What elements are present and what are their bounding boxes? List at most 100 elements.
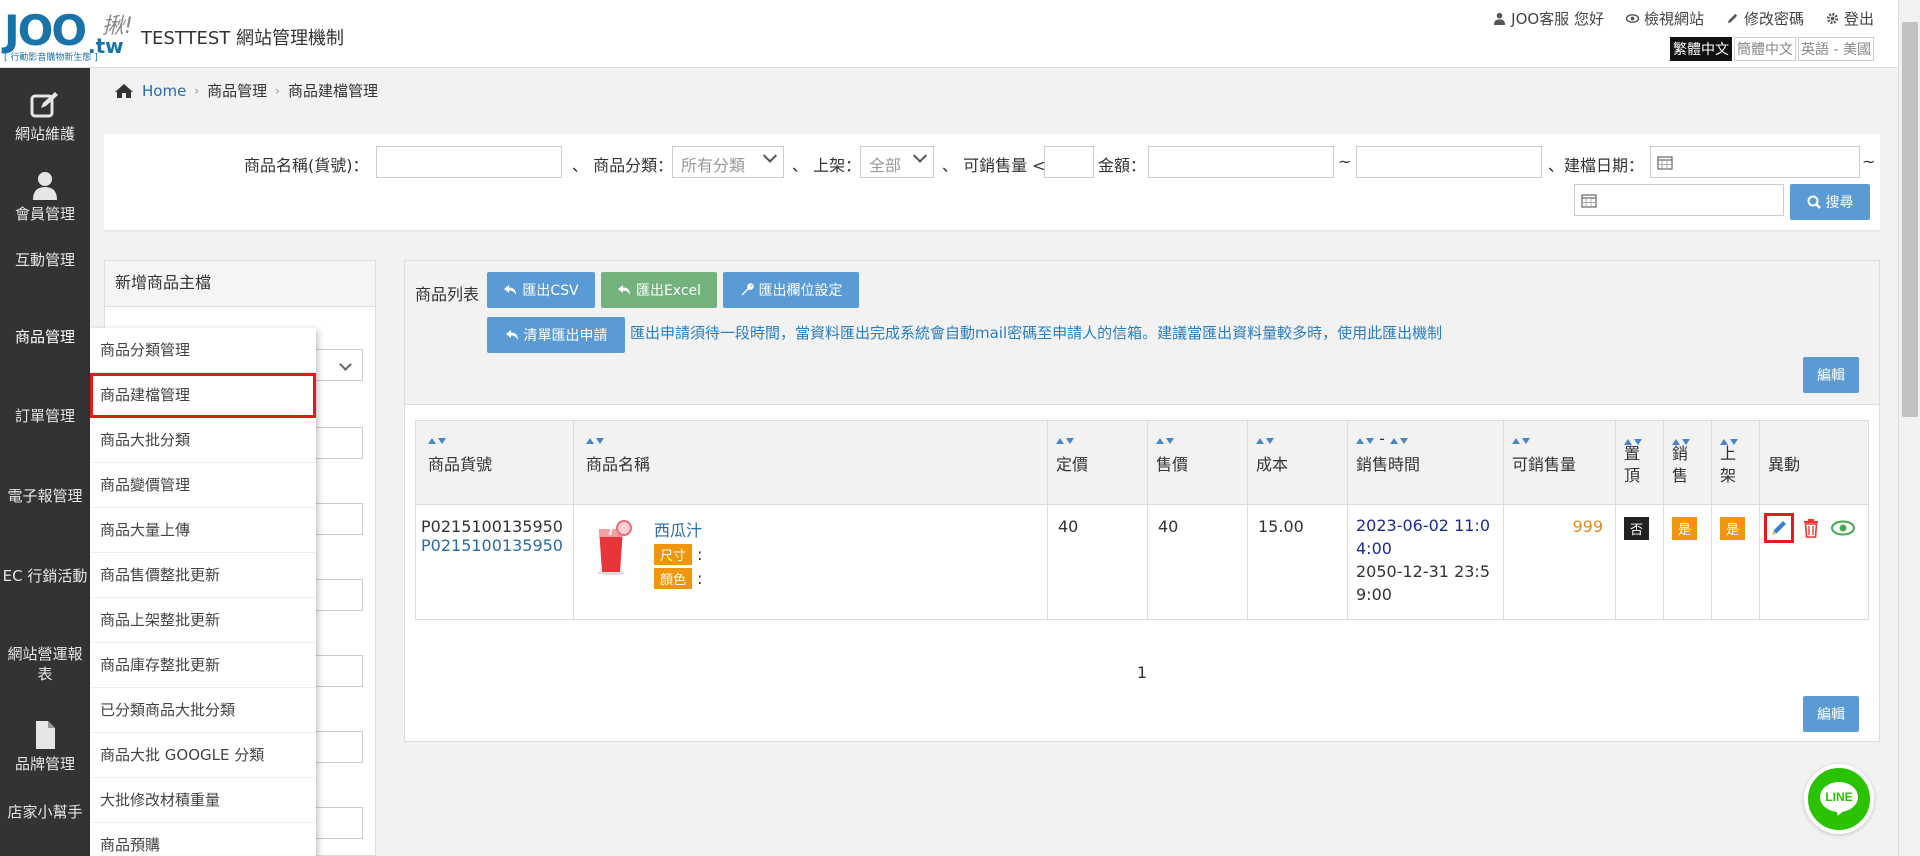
col-name[interactable]: 商品名稱 (573, 420, 1048, 505)
sale-end-1: 2050-12-31 23:5 (1356, 562, 1490, 581)
product-name-input[interactable] (376, 146, 562, 178)
stock-input[interactable] (1044, 146, 1094, 178)
nav-ec-marketing[interactable]: EC 行銷活動 (0, 566, 90, 586)
sort-icon[interactable] (1720, 429, 1749, 445)
clear-export-button[interactable]: 清單匯出申請 (487, 317, 625, 353)
lang-simplified[interactable]: 簡體中文 (1734, 37, 1797, 61)
view-site-link[interactable]: 檢視網站 (1625, 8, 1704, 29)
onshelf-badge[interactable]: 是 (1720, 517, 1746, 540)
tag-color: 顏色 (654, 568, 693, 589)
submenu-item-stock-batch[interactable]: 商品庫存整批更新 (90, 643, 316, 688)
sale-end-2: 9:00 (1356, 585, 1392, 604)
pinned-badge[interactable]: 否 (1624, 517, 1650, 540)
sort-icon[interactable] (1512, 429, 1605, 444)
date-start-input[interactable] (1650, 146, 1860, 178)
stock-value: 999 (1572, 517, 1603, 536)
line-chat-button[interactable]: LINE (1804, 764, 1874, 834)
main-content: Home › 商品管理 › 商品建檔管理 商品名稱(貨號)： 、 商品分類： 所… (90, 68, 1898, 856)
submenu-item-categorized-bulk[interactable]: 已分類商品大批分類 (90, 688, 316, 733)
col-stock[interactable]: 可銷售量 (1503, 420, 1616, 505)
home-icon[interactable] (114, 83, 134, 99)
sort-icon[interactable] (428, 429, 563, 444)
eye-icon[interactable] (1831, 520, 1856, 536)
nav-site-maintenance[interactable]: 網站維護 (0, 90, 90, 144)
submenu-item-volume-weight[interactable]: 大批修改材積重量 (90, 778, 316, 823)
export-csv-button[interactable]: 匯出CSV (487, 272, 595, 308)
amount-max-input[interactable] (1356, 146, 1542, 178)
submenu-item-google-category[interactable]: 商品大批 GOOGLE 分類 (90, 733, 316, 778)
calendar-icon (1657, 156, 1673, 170)
cell-price: 40 (1047, 504, 1148, 620)
col-sale-time[interactable]: - 銷售時間 (1347, 420, 1504, 505)
undo-icon (505, 330, 518, 340)
left-nav: 網站維護 會員管理 互動管理 商品管理 訂單管理 電子報管理 EC 行銷活動 網… (0, 68, 90, 856)
trash-icon[interactable] (1802, 518, 1820, 538)
col-onshelf[interactable]: 上架 (1711, 420, 1760, 505)
product-thumbnail[interactable] (580, 515, 642, 577)
export-excel-button[interactable]: 匯出Excel (601, 272, 717, 308)
col-cost[interactable]: 成本 (1247, 420, 1348, 505)
submenu-item-bulk-upload[interactable]: 商品大量上傳 (90, 508, 316, 553)
col-sale-price[interactable]: 售價 (1147, 420, 1248, 505)
sort-icon[interactable] (1624, 429, 1653, 445)
logout-link[interactable]: 登出 (1826, 8, 1874, 29)
pagination: 1 (405, 663, 1879, 682)
selling-badge[interactable]: 是 (1672, 517, 1698, 540)
sort-icon[interactable] (1256, 429, 1337, 444)
nav-brand-management[interactable]: 品牌管理 (0, 720, 90, 774)
sort-icon[interactable] (586, 429, 1037, 444)
col-price[interactable]: 定價 (1047, 420, 1148, 505)
submenu-item-category[interactable]: 商品分類管理 (90, 328, 316, 373)
pencil-icon (1727, 13, 1738, 24)
breadcrumb-home[interactable]: Home (142, 82, 186, 100)
table-row: P0215100135950 P0215100135950 西瓜汁 尺寸: 顏… (415, 504, 1869, 620)
joo-logo[interactable]: JOO .tw 揪! [ 行動影音購物新生態 ] (4, 6, 133, 63)
col-sku[interactable]: 商品貨號 (415, 420, 574, 505)
sort-icon[interactable] (1672, 429, 1701, 445)
nav-store-helper[interactable]: 店家小幫手 (0, 802, 90, 822)
date-end-input[interactable] (1574, 184, 1784, 216)
table-header-row: 商品貨號 商品名稱 定價 售價 成本 - 銷售時間 可銷售量 置頂 銷售 上架 … (415, 420, 1869, 505)
export-fields-button[interactable]: 匯出欄位設定 (723, 272, 859, 308)
chevron-right-icon: › (275, 83, 280, 98)
submenu-item-price-batch[interactable]: 商品售價整批更新 (90, 553, 316, 598)
customer-link[interactable]: JOO客服 您好 (1493, 8, 1604, 29)
nav-order-management[interactable]: 訂單管理 (0, 406, 90, 426)
submenu-item-preorder[interactable]: 商品預購 (90, 823, 316, 856)
nav-member-management[interactable]: 會員管理 (0, 170, 90, 224)
lang-traditional[interactable]: 繁體中文 (1670, 37, 1733, 61)
nav-interaction-management[interactable]: 互動管理 (0, 250, 90, 270)
nav-label: 商品管理 (14, 328, 75, 346)
nav-newsletter-management[interactable]: 電子報管理 (0, 486, 90, 506)
onshelf-select[interactable]: 全部 (860, 146, 934, 178)
submenu-item-shelf-batch[interactable]: 商品上架整批更新 (90, 598, 316, 643)
breadcrumb-level1[interactable]: 商品管理 (207, 80, 267, 101)
scrollbar-thumb[interactable] (1902, 22, 1918, 417)
nav-label: 網站維護 (14, 125, 75, 143)
col-selling[interactable]: 銷售 (1663, 420, 1712, 505)
search-button[interactable]: 搜尋 (1790, 184, 1870, 220)
submenu-item-price-change[interactable]: 商品變價管理 (90, 463, 316, 508)
page-scrollbar[interactable] (1898, 0, 1920, 856)
category-select[interactable]: 所有分類 (672, 146, 784, 178)
sort-icon[interactable] (1056, 429, 1137, 444)
change-password-link[interactable]: 修改密碼 (1726, 8, 1804, 29)
edit-row-button[interactable] (1764, 513, 1794, 543)
sku-link[interactable]: P0215100135950 (421, 536, 568, 555)
product-table: 商品貨號 商品名稱 定價 售價 成本 - 銷售時間 可銷售量 置頂 銷售 上架 … (415, 420, 1869, 620)
sort-icon[interactable]: - (1356, 429, 1493, 448)
page-number[interactable]: 1 (1137, 663, 1147, 682)
edit-button-top[interactable]: 編輯 (1803, 357, 1859, 393)
col-pinned[interactable]: 置頂 (1615, 420, 1664, 505)
edit-button-bottom[interactable]: 編輯 (1803, 696, 1859, 732)
submenu-item-bulk-category[interactable]: 商品大批分類 (90, 418, 316, 463)
date-tilde: ~ (1862, 152, 1876, 171)
lang-english[interactable]: 英語 - 美國 (1798, 37, 1874, 61)
amount-min-input[interactable] (1148, 146, 1334, 178)
product-name-link[interactable]: 西瓜汁 (654, 517, 1042, 541)
nav-product-management[interactable]: 商品管理 (0, 306, 90, 368)
sort-icon[interactable] (1156, 429, 1237, 444)
chevron-down-icon (339, 358, 352, 371)
nav-operations-report[interactable]: 網站營運報表 (0, 644, 90, 684)
submenu-item-product-builder[interactable]: 商品建檔管理 (90, 373, 316, 418)
